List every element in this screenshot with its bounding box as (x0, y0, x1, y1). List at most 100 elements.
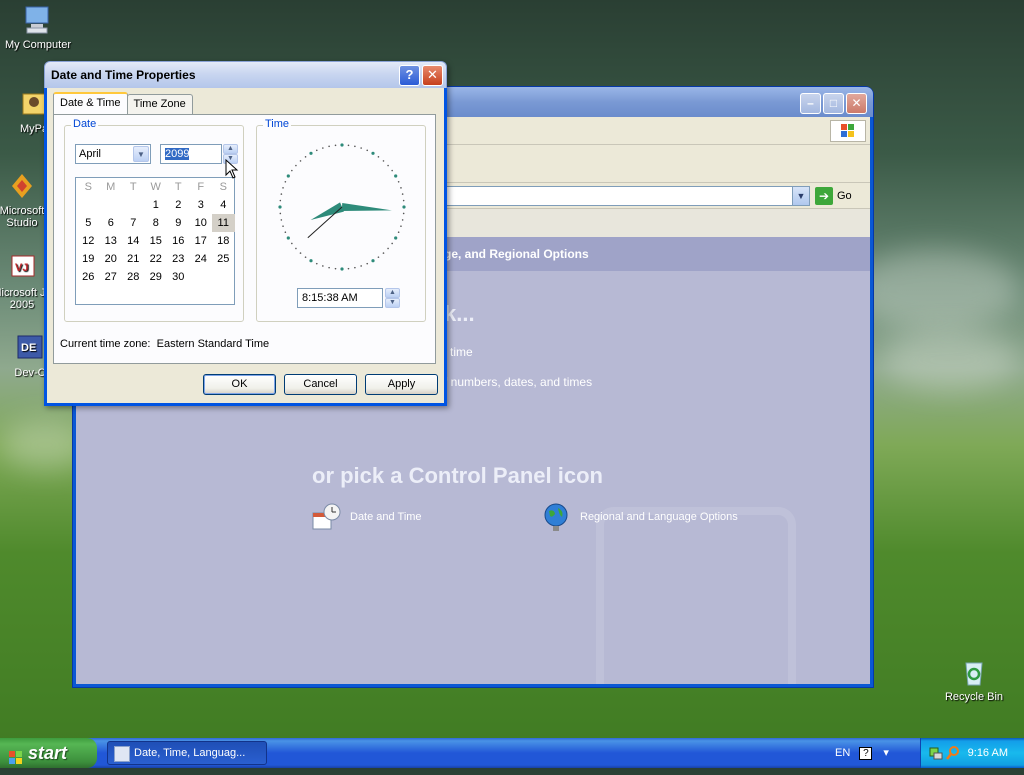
clock-tick (295, 164, 297, 167)
help-icon[interactable]: ? (859, 747, 873, 760)
svg-text:VJ: VJ (15, 262, 28, 274)
year-input[interactable]: 2099 (160, 144, 222, 164)
calendar-day[interactable]: 20 (100, 250, 123, 268)
task-link-formats[interactable]: f numbers, dates, and times (444, 375, 592, 389)
date-time-dialog: Date and Time Properties ? ✕ Date & Time… (44, 61, 447, 406)
calendar-day[interactable]: 21 (122, 250, 145, 268)
calendar-day[interactable]: 12 (77, 232, 100, 250)
clock-tick (334, 144, 337, 147)
spin-down-icon[interactable]: ▼ (385, 298, 400, 308)
calendar-day[interactable]: 2 (167, 196, 190, 214)
calendar-day[interactable]: 24 (190, 250, 213, 268)
desktop-icon-my-computer[interactable]: My Computer (0, 4, 76, 51)
spin-up-icon[interactable]: ▲ (385, 288, 400, 298)
address-input[interactable]: ▼ (436, 186, 810, 206)
close-icon[interactable]: ✕ (846, 93, 867, 114)
calendar-day[interactable]: 28 (122, 268, 145, 286)
clock-tick (402, 205, 406, 209)
help-icon[interactable]: ? (399, 65, 420, 86)
clock-time[interactable]: 9:16 AM (968, 747, 1008, 759)
calendar-day[interactable]: 1 (145, 196, 168, 214)
date-group-label: Date (71, 118, 99, 130)
search-icon[interactable] (945, 745, 961, 764)
network-icon[interactable] (929, 745, 943, 764)
dialog-title: Date and Time Properties (51, 68, 196, 82)
calendar-day[interactable]: 25 (212, 250, 235, 268)
calendar-day[interactable]: 15 (145, 232, 168, 250)
regional-applet[interactable]: Regional and Language Options (540, 501, 738, 533)
taskbar-button-control-panel[interactable]: Date, Time, Languag... (107, 741, 267, 765)
clock-tick (284, 180, 287, 183)
start-button[interactable]: start (0, 738, 97, 768)
calendar-day[interactable]: 17 (190, 232, 213, 250)
tab-date-time[interactable]: Date & Time (53, 92, 128, 114)
clock-tick (377, 156, 380, 158)
ok-button[interactable]: OK (203, 374, 276, 395)
calendar-day[interactable]: 26 (77, 268, 100, 286)
month-select[interactable]: April ▼ (75, 144, 151, 164)
calendar-day[interactable]: 23 (167, 250, 190, 268)
clock-tick (279, 199, 282, 202)
calendar-day[interactable]: 13 (100, 232, 123, 250)
clock-tick (286, 236, 290, 240)
clock-tick (354, 266, 356, 269)
calendar-day[interactable]: 19 (77, 250, 100, 268)
clock-tick (394, 174, 398, 178)
calendar-day[interactable]: 7 (122, 214, 145, 232)
chevron-down-icon[interactable]: ▼ (792, 187, 809, 205)
pick-icon-heading: or pick a Control Panel icon (312, 463, 603, 488)
clock-tick (280, 219, 283, 221)
calendar-day[interactable]: 10 (190, 214, 213, 232)
calendar-day[interactable]: 4 (212, 196, 235, 214)
calendar-day[interactable]: 8 (145, 214, 168, 232)
svg-text:DE: DE (21, 342, 36, 354)
calendar-empty (100, 196, 123, 214)
clock-tick (366, 149, 369, 152)
clock-tick (304, 156, 307, 158)
chevron-down-icon[interactable]: ▼ (133, 146, 149, 162)
calendar-day[interactable]: 18 (212, 232, 235, 250)
time-input[interactable]: 8:15:38 AM (297, 288, 383, 308)
calendar-day[interactable]: 30 (167, 268, 190, 286)
go-button[interactable]: ➔ Go (815, 186, 852, 206)
clock-tick (279, 212, 282, 215)
calendar-day[interactable]: 9 (167, 214, 190, 232)
calendar-day[interactable]: 16 (167, 232, 190, 250)
calendar-empty (77, 196, 100, 214)
calendar-day[interactable]: 29 (145, 268, 168, 286)
clock-tick (315, 149, 318, 152)
time-group-label: Time (263, 118, 292, 130)
calendar-day[interactable]: 11 (212, 214, 235, 232)
clock-minute-hand (341, 203, 392, 211)
language-bar[interactable]: EN ? ▾ (835, 738, 910, 768)
clock-tick (371, 259, 375, 263)
desktop-icon-recycle-bin[interactable]: Recycle Bin (936, 656, 1012, 703)
calendar-day[interactable]: 22 (145, 250, 168, 268)
calendar-day[interactable]: 5 (77, 214, 100, 232)
date-time-applet[interactable]: Date and Time (310, 501, 422, 533)
language-indicator[interactable]: EN (835, 747, 850, 759)
time-spinner[interactable]: ▲ ▼ (385, 288, 400, 308)
cancel-button[interactable]: Cancel (284, 374, 357, 395)
clock-tick (347, 267, 350, 270)
clock-tick (371, 151, 375, 155)
clock-tick (354, 145, 356, 148)
maximize-icon[interactable]: □ (823, 93, 844, 114)
calendar-day[interactable]: 6 (100, 214, 123, 232)
spin-up-icon[interactable]: ▲ (223, 144, 238, 154)
calendar-day[interactable]: 27 (100, 268, 123, 286)
my-computer-icon (22, 4, 54, 36)
task-link-time[interactable]: time (450, 345, 473, 359)
close-icon[interactable]: ✕ (422, 65, 443, 86)
apply-button[interactable]: Apply (365, 374, 438, 395)
month-calendar[interactable]: S M T W T F S 1 2 3 4 5 6 7 8 9 10 11 12 13 14 15 16 17 18 19 20 21… (75, 177, 235, 305)
clock-tick (391, 242, 393, 245)
calendar-day[interactable]: 3 (190, 196, 213, 214)
regional-applet-label: Regional and Language Options (580, 511, 738, 523)
calendar-day[interactable]: 14 (122, 232, 145, 250)
clock-tick (377, 256, 380, 258)
language-options-icon[interactable]: ▾ (883, 747, 889, 759)
tab-time-zone[interactable]: Time Zone (126, 94, 193, 114)
taskbar-button-label: Date, Time, Languag... (134, 747, 246, 759)
minimize-icon[interactable]: – (800, 93, 821, 114)
